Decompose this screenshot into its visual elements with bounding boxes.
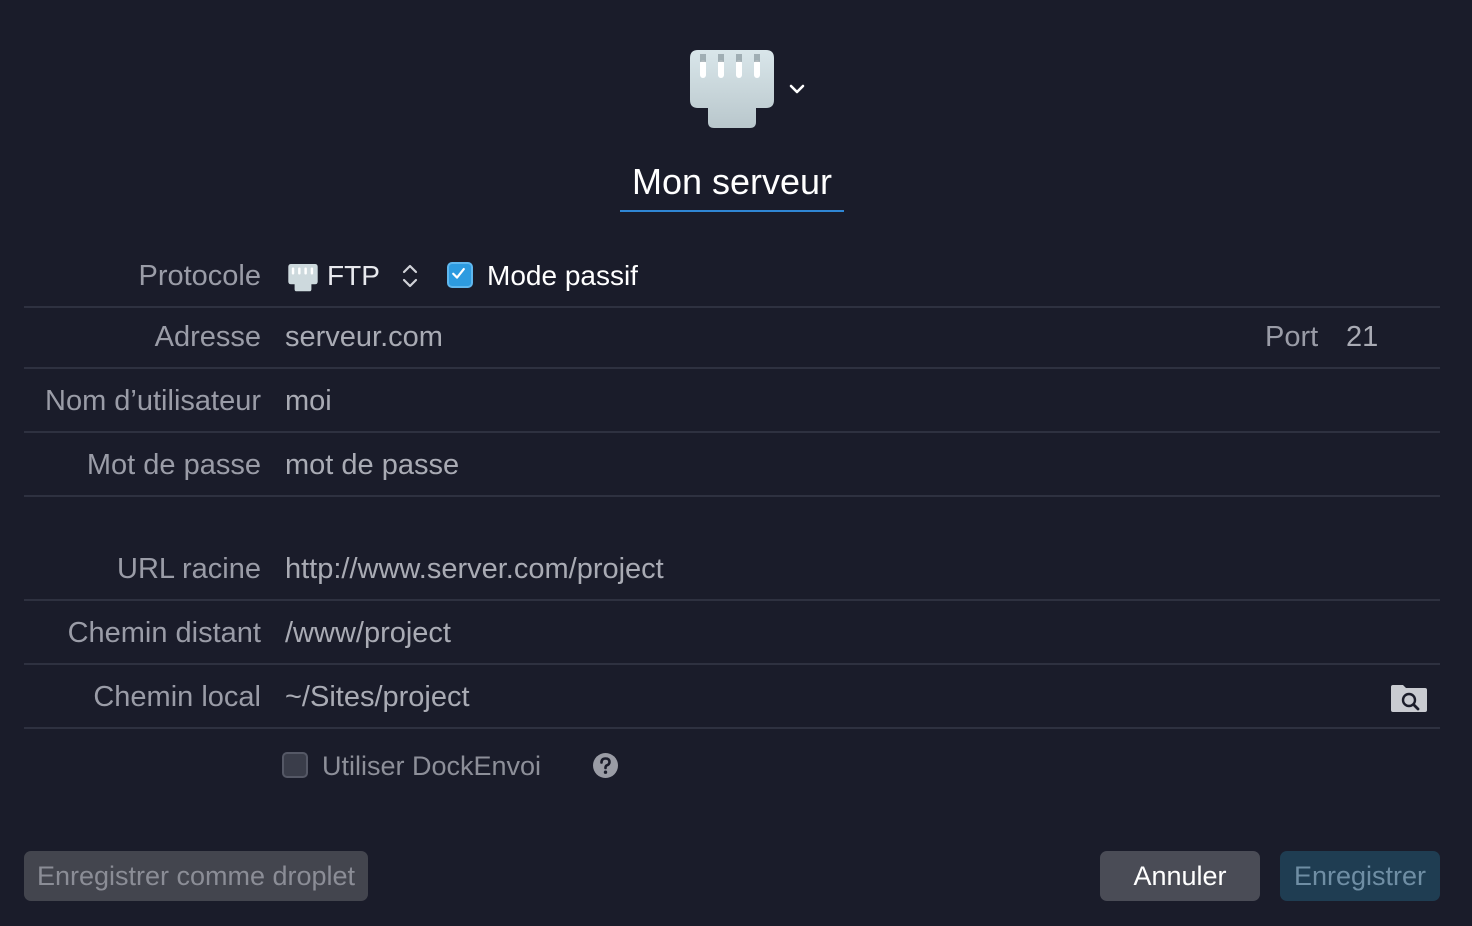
- password-input[interactable]: mot de passe: [285, 433, 459, 497]
- port-input[interactable]: 21: [1346, 305, 1378, 369]
- protocol-select[interactable]: FTP: [327, 244, 380, 308]
- protocol-label: Protocole: [138, 260, 261, 292]
- root-url-row: URL racine http://www.server.com/project: [24, 537, 1440, 601]
- up-down-stepper-icon[interactable]: [400, 262, 420, 290]
- ethernet-port-icon[interactable]: [690, 50, 774, 130]
- username-label: Nom d’utilisateur: [45, 385, 261, 417]
- dockenvoi-checkbox[interactable]: [282, 752, 308, 778]
- question-mark-icon[interactable]: [592, 752, 619, 779]
- root-url-input[interactable]: http://www.server.com/project: [285, 537, 664, 601]
- remote-path-label: Chemin distant: [67, 617, 261, 649]
- passive-mode-label[interactable]: Mode passif: [487, 244, 638, 308]
- port-label: Port: [1265, 321, 1319, 353]
- local-path-label: Chemin local: [93, 681, 261, 713]
- folder-search-icon[interactable]: [1390, 683, 1428, 713]
- password-row: Mot de passe mot de passe: [24, 433, 1440, 497]
- passive-mode-checkbox[interactable]: [447, 262, 473, 288]
- server-settings-dialog: Mon serveur Protocole FTP Mode passif Ad…: [0, 0, 1472, 926]
- server-name-field[interactable]: Mon serveur: [620, 156, 844, 212]
- save-button[interactable]: Enregistrer: [1280, 851, 1440, 901]
- ethernet-port-icon: [288, 264, 318, 292]
- checkmark-icon: [452, 267, 465, 279]
- address-row: Adresse serveur.com Port 21: [24, 305, 1440, 369]
- address-label: Adresse: [154, 321, 261, 353]
- root-url-label: URL racine: [117, 553, 261, 585]
- username-input[interactable]: moi: [285, 369, 332, 433]
- chevron-down-icon[interactable]: [786, 78, 808, 100]
- protocol-row: Protocole FTP Mode passif: [24, 244, 1440, 308]
- dockenvoi-label[interactable]: Utiliser DockEnvoi: [322, 746, 541, 786]
- password-label: Mot de passe: [86, 449, 261, 481]
- remote-path-row: Chemin distant /www/project: [24, 601, 1440, 665]
- save-as-droplet-button[interactable]: Enregistrer comme droplet: [24, 851, 368, 901]
- cancel-button[interactable]: Annuler: [1100, 851, 1260, 901]
- username-row: Nom d’utilisateur moi: [24, 369, 1440, 433]
- local-path-row: Chemin local ~/Sites/project: [24, 665, 1440, 729]
- address-input[interactable]: serveur.com: [285, 305, 443, 369]
- remote-path-input[interactable]: /www/project: [285, 601, 451, 665]
- local-path-input[interactable]: ~/Sites/project: [285, 665, 470, 729]
